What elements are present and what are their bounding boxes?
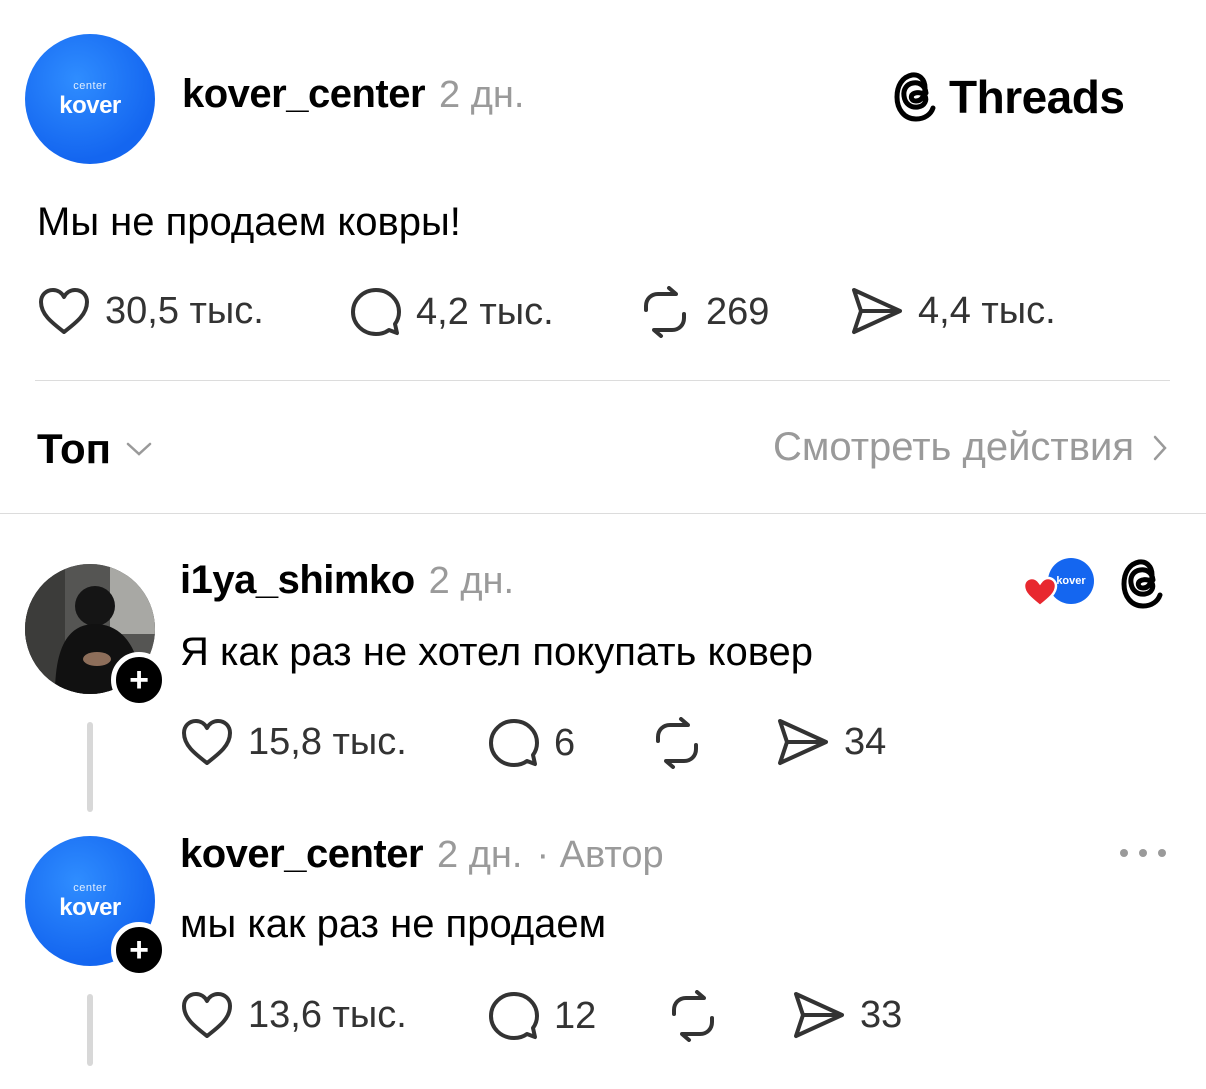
paper-plane-icon [852,288,902,334]
reply-username[interactable]: i1ya_shimko [180,558,415,603]
reply-text: Я как раз не хотел покупать ковер [180,630,813,674]
repost-arrows-icon [644,286,686,338]
post-text: Мы не продаем ковры! [37,200,461,244]
heart-outline-icon [182,992,232,1038]
threads-brand: Threads [893,70,1125,124]
thread-line [87,722,93,812]
author-reply-share-button[interactable]: 33 [792,990,902,1040]
kover-avatar[interactable]: center kover [25,34,155,164]
heart-filled-icon [1022,576,1058,608]
speech-bubble-icon [351,288,401,336]
post-timestamp: 2 дн. [439,74,525,116]
follow-plus-button[interactable]: + [111,922,167,978]
chevron-down-icon [126,442,152,456]
share-count: 4,4 тыс. [918,289,1056,332]
speech-bubble-icon [489,719,539,767]
heart-outline-icon [39,288,89,334]
author-reply-reply-count: 12 [554,994,597,1037]
post-username[interactable]: kover_center [182,72,426,117]
like-button[interactable]: 30,5 тыс. [37,286,264,336]
reply-share-count: 34 [844,720,887,763]
paper-plane-icon [778,719,828,765]
like-count: 30,5 тыс. [105,289,264,332]
reply-like-count: 15,8 тыс. [248,720,407,763]
author-reply-reply-button[interactable]: 12 [488,990,596,1042]
section-divider [0,513,1206,514]
reply-count: 4,2 тыс. [416,290,554,333]
share-button[interactable]: 4,4 тыс. [850,286,1056,336]
author-reply-share-count: 33 [860,993,903,1036]
repost-count: 269 [706,290,770,333]
reply-repost-button[interactable] [650,717,704,769]
reply-like-button[interactable]: 15,8 тыс. [180,717,407,767]
reply-reply-button[interactable]: 6 [488,717,575,769]
post-divider [35,380,1170,381]
author-reply-text: мы как раз не продаем [180,902,607,946]
chevron-right-icon [1153,435,1167,460]
heart-outline-icon [182,719,232,765]
author-reply-username[interactable]: kover_center [180,832,424,877]
follow-plus-button[interactable]: + [111,652,167,708]
view-activity-link[interactable]: Смотреть действия [773,425,1168,470]
author-reply-repost-button[interactable] [666,990,720,1042]
liked-by-author-badge: kover [1022,556,1094,608]
paper-plane-icon [794,992,844,1038]
author-reply-like-count: 13,6 тыс. [248,993,407,1036]
repost-arrows-icon [656,717,698,769]
author-reply-timestamp: 2 дн. [437,834,523,876]
threads-logo-icon [894,72,936,122]
reply-button[interactable]: 4,2 тыс. [350,286,554,338]
sort-dropdown[interactable]: Топ [37,425,153,473]
reply-timestamp: 2 дн. [428,560,515,602]
speech-bubble-icon [489,992,539,1040]
ellipsis-icon[interactable] [1118,846,1168,860]
reply-reply-count: 6 [554,721,576,764]
thread-line [87,994,93,1066]
threads-logo-icon[interactable] [1120,558,1166,610]
author-reply-like-button[interactable]: 13,6 тыс. [180,990,407,1040]
repost-arrows-icon [672,990,714,1042]
repost-button[interactable]: 269 [638,286,769,338]
author-tag: · Автор [536,834,664,876]
reply-share-button[interactable]: 34 [776,717,886,767]
